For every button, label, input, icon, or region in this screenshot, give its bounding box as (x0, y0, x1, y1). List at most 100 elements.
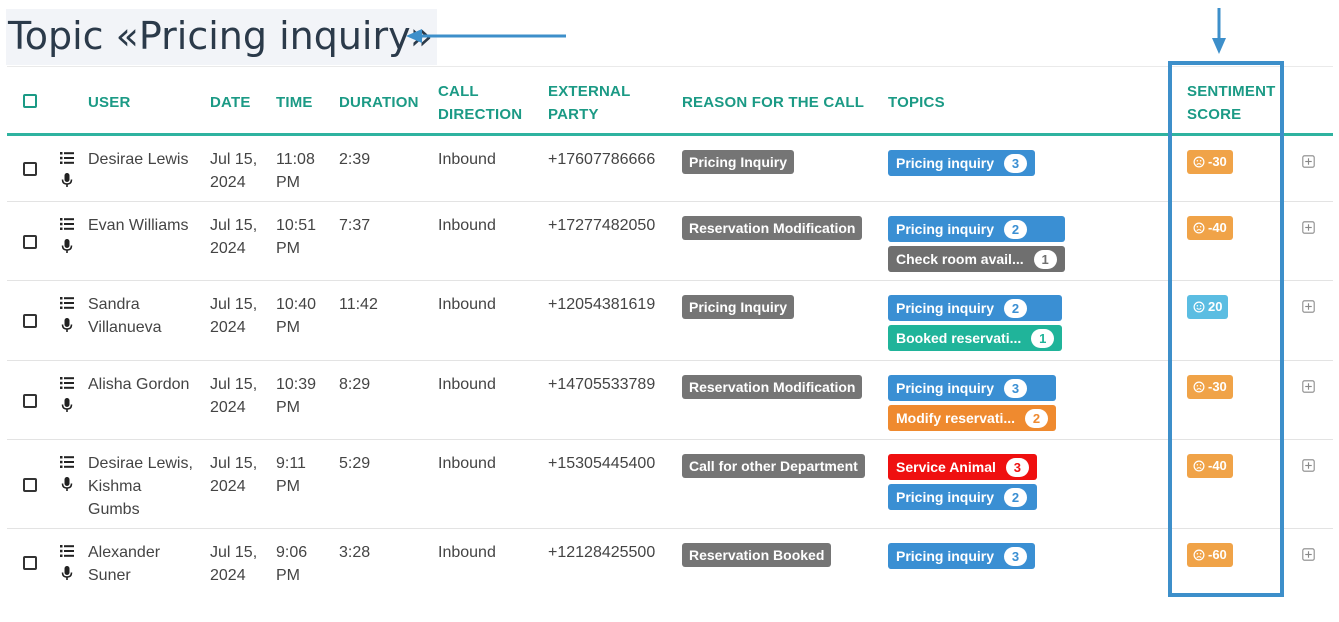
select-all-checkbox[interactable] (23, 94, 37, 108)
topics-cell: Service Animal 3 Pricing inquiry 2 (888, 454, 1037, 514)
column-header-call-direction-line2: DIRECTION (438, 106, 523, 123)
column-header-topics[interactable]: TOPICS (888, 91, 945, 114)
frown-face-icon (1193, 381, 1205, 393)
topic-tag[interactable]: Pricing inquiry 3 (888, 375, 1057, 401)
external-party-cell: +14705533789 (548, 376, 656, 393)
sentiment-score-badge: -40 (1187, 454, 1233, 478)
list-icon (60, 218, 74, 230)
column-header-reason[interactable]: REASON FOR THE CALL (682, 91, 864, 114)
topic-tag[interactable]: Pricing inquiry 2 (888, 295, 1063, 321)
time-cell: 10:40 PM (276, 293, 316, 339)
expand-row-button[interactable] (1302, 459, 1315, 472)
microphone-icon (61, 477, 73, 491)
call-direction-cell: Inbound (438, 217, 496, 234)
topic-tag[interactable]: Booked reservati... 1 (888, 325, 1063, 351)
topic-count-badge: 2 (1004, 219, 1028, 239)
column-header-sentiment-line1: SENTIMENT (1187, 83, 1276, 100)
external-party-cell: +17277482050 (548, 217, 656, 234)
topic-label: Pricing inquiry (896, 155, 995, 171)
call-direction-cell: Inbound (438, 455, 496, 472)
table-row[interactable]: Sandra Villanueva Jul 15, 2024 10:40 PM 11:42 I… (7, 281, 1333, 361)
topic-count-badge: 3 (1005, 457, 1029, 477)
table-row[interactable]: Alexander Suner Jul 15, 2024 9:06 PM 3:28 Inbou… (7, 529, 1333, 596)
column-header-duration[interactable]: DURATION (339, 91, 419, 114)
user-cell: Alexander Suner (88, 541, 160, 587)
topic-tag[interactable]: Pricing inquiry 2 (888, 484, 1037, 510)
duration-cell: 11:42 (339, 296, 378, 313)
column-header-external-party[interactable]: EXTERNAL PARTY (548, 80, 630, 126)
topic-count-badge: 3 (1004, 378, 1028, 398)
frown-face-icon (1193, 156, 1205, 168)
time-cell: 11:08 PM (276, 148, 315, 194)
table-row[interactable]: Desirae Lewis Jul 15, 2024 11:08 PM 2:39 Inbou… (7, 136, 1333, 202)
topic-tag[interactable]: Pricing inquiry 2 (888, 216, 1065, 242)
time-cell: 9:06 PM (276, 541, 307, 587)
user-name-line: Sandra (88, 296, 140, 313)
user-name-line: Desirae Lewis, (88, 455, 193, 472)
column-header-date[interactable]: DATE (210, 91, 251, 114)
reason-tag: Reservation Modification (682, 375, 863, 399)
time-line: PM (276, 319, 300, 336)
frown-face-icon (1193, 549, 1205, 561)
table-row[interactable]: Evan Williams Jul 15, 2024 10:51 PM 7:37 Inbou… (7, 202, 1333, 281)
row-checkbox[interactable] (23, 393, 37, 408)
calls-table: USER DATE TIME DURATION CALL DIRECTION E… (7, 66, 1333, 596)
expand-row-button[interactable] (1302, 221, 1315, 234)
date-line: Jul 15, (210, 376, 258, 393)
plus-square-icon (1302, 548, 1315, 561)
column-header-time[interactable]: TIME (276, 91, 313, 114)
external-party-cell: +17607786666 (548, 151, 656, 168)
row-action-icons (59, 216, 77, 260)
topics-cell: Pricing inquiry 2 Check room avail... 1 (888, 216, 1065, 276)
column-header-sentiment-score[interactable]: SENTIMENT SCORE (1187, 80, 1275, 126)
call-direction-cell: Inbound (438, 151, 496, 168)
column-header-user[interactable]: USER (88, 91, 130, 114)
topic-label: Modify reservati... (896, 410, 1016, 426)
expand-row-button[interactable] (1302, 548, 1315, 561)
sentiment-score-value: 20 (1208, 299, 1223, 314)
row-checkbox[interactable] (23, 314, 37, 328)
reason-tag: Pricing Inquiry (682, 150, 795, 174)
topic-tag[interactable]: Pricing inquiry 3 (888, 543, 1036, 569)
user-name-line: Evan Williams (88, 217, 189, 234)
expand-row-button[interactable] (1302, 155, 1315, 168)
topic-label: Pricing inquiry (896, 300, 995, 316)
topic-tag[interactable]: Check room avail... 1 (888, 246, 1065, 272)
row-checkbox[interactable] (23, 234, 37, 249)
user-name-line: Desirae Lewis (88, 151, 189, 168)
column-header-call-direction[interactable]: CALL DIRECTION (438, 80, 522, 126)
time-cell: 9:11 PM (276, 452, 306, 498)
row-checkbox[interactable] (23, 477, 37, 492)
table-row[interactable]: Desirae Lewis, Kishma Gumbs Jul 15, 2024 9:11… (7, 440, 1333, 529)
row-checkbox[interactable] (23, 556, 37, 570)
reason-tag: Reservation Booked (682, 543, 832, 567)
expand-row-button[interactable] (1302, 300, 1315, 313)
external-party-cell: +12054381619 (548, 296, 656, 313)
microphone-icon (61, 239, 73, 253)
user-cell: Sandra Villanueva (88, 293, 162, 339)
frown-face-icon (1193, 460, 1205, 472)
date-cell: Jul 15, 2024 (210, 373, 257, 419)
topic-label: Booked reservati... (896, 330, 1022, 346)
topic-count-badge: 2 (1025, 408, 1049, 428)
topic-tag[interactable]: Service Animal 3 (888, 454, 1037, 480)
topic-label: Service Animal (896, 459, 996, 475)
topic-tag[interactable]: Pricing inquiry 3 (888, 150, 1036, 176)
user-cell: Desirae Lewis (88, 148, 188, 171)
topic-tag[interactable]: Modify reservati... 2 (888, 405, 1057, 431)
table-row[interactable]: Alisha Gordon Jul 15, 2024 10:39 PM 8:29 Inbou… (7, 361, 1333, 440)
expand-row-button[interactable] (1302, 380, 1315, 393)
date-line: 2024 (210, 240, 246, 257)
time-line: 10:51 (276, 217, 317, 234)
row-checkbox[interactable] (23, 162, 37, 176)
list-icon (60, 297, 74, 309)
topic-count-badge: 1 (1031, 328, 1055, 348)
topic-label: Pricing inquiry (896, 380, 995, 396)
column-header-call-direction-line1: CALL (438, 83, 479, 100)
callout-arrow-down-icon (1212, 8, 1226, 54)
date-cell: Jul 15, 2024 (210, 148, 257, 194)
user-name-line: Gumbs (88, 501, 140, 518)
topic-count-badge: 3 (1004, 546, 1028, 566)
sentiment-score-value: -30 (1208, 154, 1227, 169)
table-header: USER DATE TIME DURATION CALL DIRECTION E… (7, 67, 1333, 136)
